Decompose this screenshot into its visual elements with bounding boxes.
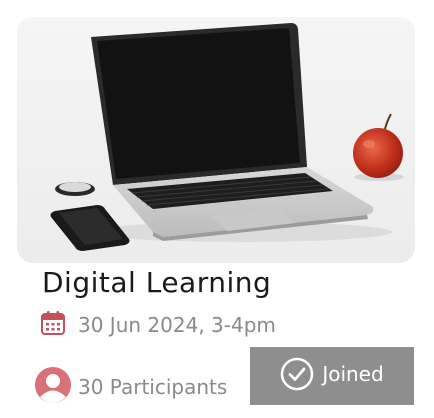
calendar-icon — [40, 310, 66, 340]
event-title: Digital Learning — [42, 266, 272, 299]
event-cover-image — [17, 17, 415, 263]
event-date: 30 Jun 2024, 3-4pm — [78, 313, 276, 337]
joined-button[interactable]: Joined — [250, 347, 414, 405]
event-participants-row: 30 Participants — [34, 366, 228, 408]
user-avatar-icon — [34, 366, 72, 408]
check-circle-icon — [280, 357, 314, 395]
event-date-row: 30 Jun 2024, 3-4pm — [40, 310, 276, 340]
joined-button-label: Joined — [322, 362, 384, 386]
event-card[interactable]: Digital Learning 30 Jun 2024, 3-4pm 30 P… — [0, 0, 434, 418]
participants-count: 30 Participants — [78, 375, 228, 399]
